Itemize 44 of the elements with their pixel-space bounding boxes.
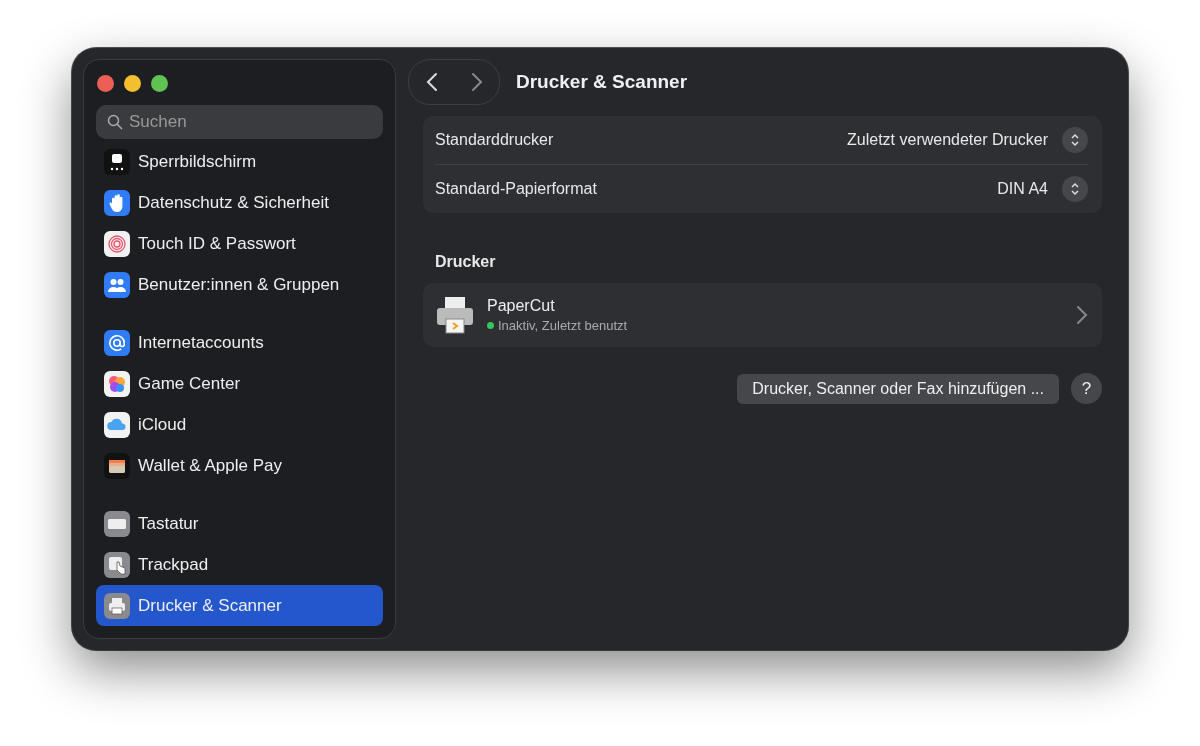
sidebar-item[interactable]: Wallet & Apple Pay xyxy=(96,445,383,486)
up-down-chevron-icon xyxy=(1070,182,1080,196)
keyboard-icon xyxy=(104,510,130,537)
section-heading: Drucker xyxy=(435,253,497,271)
setting-label: Standard-Papierformat xyxy=(435,180,598,198)
popup-button[interactable] xyxy=(1062,176,1088,202)
hand-icon xyxy=(104,189,130,216)
search-field[interactable]: Suchen xyxy=(96,105,383,139)
printer-status: Inaktiv, Zuletzt benutzt xyxy=(498,318,628,333)
close-button[interactable] xyxy=(97,75,114,92)
sidebar-item[interactable]: Drucker & Scanner xyxy=(96,585,383,626)
setting-value: Zuletzt verwendeter Drucker xyxy=(847,131,1048,149)
sidebar-item[interactable]: Sperrbildschirm xyxy=(96,141,383,182)
popup-button[interactable] xyxy=(1062,127,1088,153)
setting-value: DIN A4 xyxy=(997,180,1048,198)
chevron-right-icon xyxy=(1076,305,1088,325)
minimize-button[interactable] xyxy=(124,75,141,92)
sidebar-item[interactable]: Internetaccounts xyxy=(96,322,383,363)
sidebar-item[interactable]: Tastatur xyxy=(96,503,383,544)
sidebar-item[interactable]: Touch ID & Passwort xyxy=(96,223,383,264)
sidebar-item[interactable]: Benutzer:innen & Gruppen xyxy=(96,264,383,305)
add-printer-button[interactable]: Drucker, Scanner oder Fax hinzufügen ... xyxy=(737,373,1059,404)
chevron-right-icon xyxy=(470,72,483,92)
at-sign-icon xyxy=(104,329,130,356)
window-title: Drucker & Scanner xyxy=(516,71,688,93)
sidebar-item[interactable]: iCloud xyxy=(96,404,383,445)
cloud-icon xyxy=(104,411,130,438)
sidebar-item[interactable]: Trackpad xyxy=(96,544,383,585)
wallet-icon xyxy=(104,452,130,479)
lock-screen-icon xyxy=(104,148,130,175)
help-button[interactable]: ? xyxy=(1071,373,1102,404)
printer-icon xyxy=(104,592,130,619)
printer-icon xyxy=(435,295,475,335)
trackpad-hand-icon xyxy=(104,551,130,578)
sidebar-item[interactable]: Game Center xyxy=(96,363,383,404)
setting-label: Standarddrucker xyxy=(435,131,555,149)
chevron-left-icon xyxy=(425,72,438,92)
printer-name: PaperCut xyxy=(487,297,556,315)
printer-row[interactable]: PaperCut Inaktiv, Zuletzt benutzt xyxy=(423,283,1102,347)
colorful-bubbles-icon xyxy=(104,370,130,397)
people-icon xyxy=(104,271,130,298)
sidebar-item[interactable]: Datenschutz & Sicherheit xyxy=(96,182,383,223)
zoom-button[interactable] xyxy=(151,75,168,92)
up-down-chevron-icon xyxy=(1070,133,1080,147)
